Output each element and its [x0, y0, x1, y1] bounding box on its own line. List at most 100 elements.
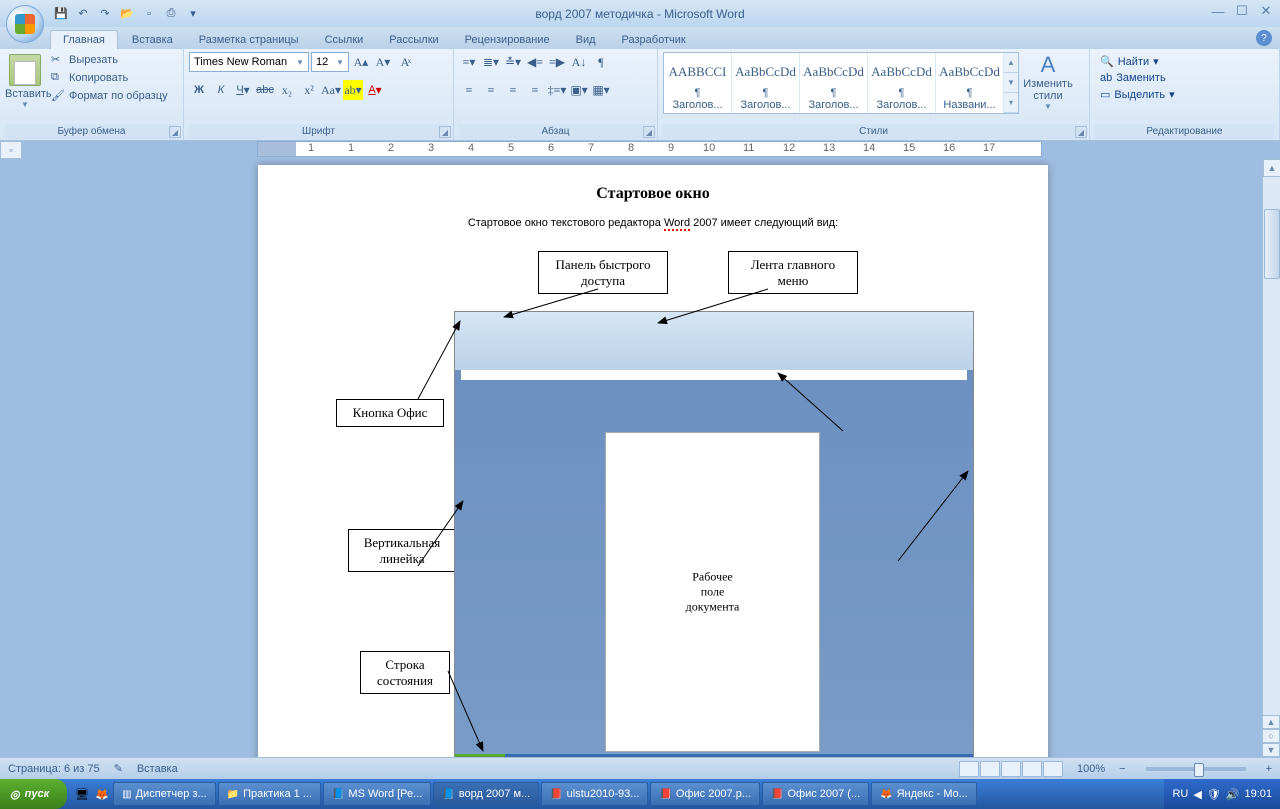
zoom-in-button[interactable]: + — [1266, 763, 1272, 775]
qat-undo-icon[interactable]: ↶ — [74, 5, 92, 23]
highlight-button[interactable]: ab▾ — [343, 80, 363, 100]
align-center-button[interactable]: ≡ — [481, 80, 501, 100]
taskbar-task[interactable]: ▥ Диспетчер з... — [113, 782, 216, 806]
browse-button[interactable]: ○ — [1262, 729, 1280, 743]
insert-mode[interactable]: Вставка — [137, 763, 178, 775]
font-name-combo[interactable]: Times New Roman▼ — [189, 52, 309, 72]
subscript-button[interactable]: x₂ — [277, 80, 297, 100]
clear-format-button[interactable]: Aͯ — [395, 52, 415, 72]
outline-view[interactable] — [1022, 761, 1042, 777]
style-item[interactable]: AaBbCcDd¶ Заголов... — [732, 53, 800, 113]
maximize-button[interactable]: ☐ — [1234, 4, 1250, 18]
prev-page-button[interactable]: ▲ — [1262, 715, 1280, 729]
minimize-button[interactable]: — — [1210, 4, 1226, 18]
clipboard-launcher[interactable]: ◢ — [169, 126, 181, 138]
clock[interactable]: 19:01 — [1244, 788, 1272, 800]
underline-button[interactable]: Ч▾ — [233, 80, 253, 100]
styles-scroll[interactable]: ▲▼▾ — [1004, 53, 1018, 113]
ruler-toggle[interactable]: ▫ — [0, 141, 22, 159]
select-button[interactable]: ▭Выделить ▾ — [1097, 87, 1272, 102]
qat-print-icon[interactable]: ⎙ — [162, 5, 180, 23]
start-button[interactable]: ◎пуск — [0, 779, 67, 809]
taskbar-task[interactable]: 📕 ulstu2010-93... — [541, 782, 648, 806]
tray-icon[interactable]: 🛡 — [1207, 788, 1221, 801]
tray-icon[interactable]: 🔊 — [1226, 788, 1240, 801]
zoom-out-button[interactable]: − — [1119, 763, 1125, 775]
bullets-button[interactable]: ≡▾ — [459, 52, 479, 72]
copy-button[interactable]: ⧉Копировать — [49, 70, 170, 86]
taskbar-task[interactable]: 📁 Практика 1 ... — [218, 782, 321, 806]
line-spacing-button[interactable]: ‡≡▾ — [547, 80, 567, 100]
justify-button[interactable]: ≡ — [525, 80, 545, 100]
qat-save-icon[interactable]: 💾 — [52, 5, 70, 23]
ql-desktop-icon[interactable]: 🖥 — [73, 785, 91, 803]
style-item[interactable]: AABBCCI¶ Заголов... — [664, 53, 732, 113]
format-painter-button[interactable]: 🖌Формат по образцу — [49, 88, 170, 104]
decrease-indent-button[interactable]: ◀≡ — [525, 52, 545, 72]
multilevel-button[interactable]: ≛▾ — [503, 52, 523, 72]
close-button[interactable]: ✕ — [1258, 4, 1274, 18]
help-icon[interactable]: ? — [1256, 30, 1272, 46]
cut-button[interactable]: ✂Вырезать — [49, 52, 170, 68]
horizontal-ruler[interactable]: 11234567891011121314151617 — [257, 141, 1042, 157]
taskbar-task[interactable]: 📕 Офис 2007.p... — [650, 782, 760, 806]
sort-button[interactable]: A↓ — [569, 52, 589, 72]
styles-gallery[interactable]: AABBCCI¶ Заголов... AaBbCcDd¶ Заголов...… — [663, 52, 1019, 114]
tab-developer[interactable]: Разработчик — [610, 31, 698, 49]
style-item[interactable]: AaBbCcDd¶ Заголов... — [868, 53, 936, 113]
zoom-level[interactable]: 100% — [1077, 763, 1105, 775]
paragraph-launcher[interactable]: ◢ — [643, 126, 655, 138]
office-button[interactable] — [6, 5, 44, 43]
styles-launcher[interactable]: ◢ — [1075, 126, 1087, 138]
bold-button[interactable]: Ж — [189, 80, 209, 100]
font-launcher[interactable]: ◢ — [439, 126, 451, 138]
align-left-button[interactable]: ≡ — [459, 80, 479, 100]
superscript-button[interactable]: x² — [299, 80, 319, 100]
spellcheck-icon[interactable]: ✎ — [114, 762, 123, 775]
shrink-font-button[interactable]: A▾ — [373, 52, 393, 72]
taskbar-task[interactable]: 📕 Офис 2007 (... — [762, 782, 869, 806]
tab-page-layout[interactable]: Разметка страницы — [187, 31, 311, 49]
tab-home[interactable]: Главная — [50, 30, 118, 49]
print-layout-view[interactable] — [959, 761, 979, 777]
page-indicator[interactable]: Страница: 6 из 75 — [8, 763, 100, 775]
fullscreen-view[interactable] — [980, 761, 1000, 777]
qat-new-icon[interactable]: ▫ — [140, 5, 158, 23]
find-button[interactable]: 🔍Найти ▾ — [1097, 54, 1272, 69]
style-item[interactable]: AaBbCcDd¶ Названи... — [936, 53, 1004, 113]
qat-open-icon[interactable]: 📂 — [118, 5, 136, 23]
lang-indicator[interactable]: RU — [1172, 788, 1188, 800]
change-styles-button[interactable]: A Изменить стили▼ — [1023, 52, 1073, 111]
replace-button[interactable]: abЗаменить — [1097, 71, 1272, 85]
ql-firefox-icon[interactable]: 🦊 — [93, 785, 111, 803]
tray-icon[interactable]: ◀ — [1193, 788, 1201, 801]
qat-redo-icon[interactable]: ↷ — [96, 5, 114, 23]
tab-insert[interactable]: Вставка — [120, 31, 185, 49]
change-case-button[interactable]: Aa▾ — [321, 80, 341, 100]
shading-button[interactable]: ▣▾ — [569, 80, 589, 100]
system-tray[interactable]: RU ◀ 🛡 🔊 19:01 — [1164, 779, 1280, 809]
document-area[interactable]: Стартовое окно Стартовое окно текстового… — [0, 159, 1280, 757]
scroll-thumb[interactable] — [1264, 209, 1280, 279]
italic-button[interactable]: К — [211, 80, 231, 100]
taskbar-task[interactable]: 🦊 Яндекс - Mo... — [871, 782, 977, 806]
scroll-up-icon[interactable]: ▲ — [1263, 159, 1280, 177]
taskbar-task[interactable]: 📘 ворд 2007 м... — [433, 782, 539, 806]
show-marks-button[interactable]: ¶ — [591, 52, 611, 72]
font-color-button[interactable]: A▾ — [365, 80, 385, 100]
borders-button[interactable]: ▦▾ — [591, 80, 611, 100]
tab-view[interactable]: Вид — [564, 31, 608, 49]
tab-references[interactable]: Ссылки — [313, 31, 376, 49]
tab-review[interactable]: Рецензирование — [453, 31, 562, 49]
zoom-slider[interactable] — [1146, 767, 1246, 771]
tab-mailings[interactable]: Рассылки — [377, 31, 450, 49]
increase-indent-button[interactable]: ≡▶ — [547, 52, 567, 72]
strike-button[interactable]: abc — [255, 80, 275, 100]
paste-button[interactable]: Вставить ▼ — [5, 52, 45, 109]
vertical-scrollbar[interactable]: ▲ ▼ — [1262, 159, 1280, 757]
grow-font-button[interactable]: A▴ — [351, 52, 371, 72]
align-right-button[interactable]: ≡ — [503, 80, 523, 100]
next-page-button[interactable]: ▼ — [1262, 743, 1280, 757]
draft-view[interactable] — [1043, 761, 1063, 777]
style-item[interactable]: AaBbCcDd¶ Заголов... — [800, 53, 868, 113]
